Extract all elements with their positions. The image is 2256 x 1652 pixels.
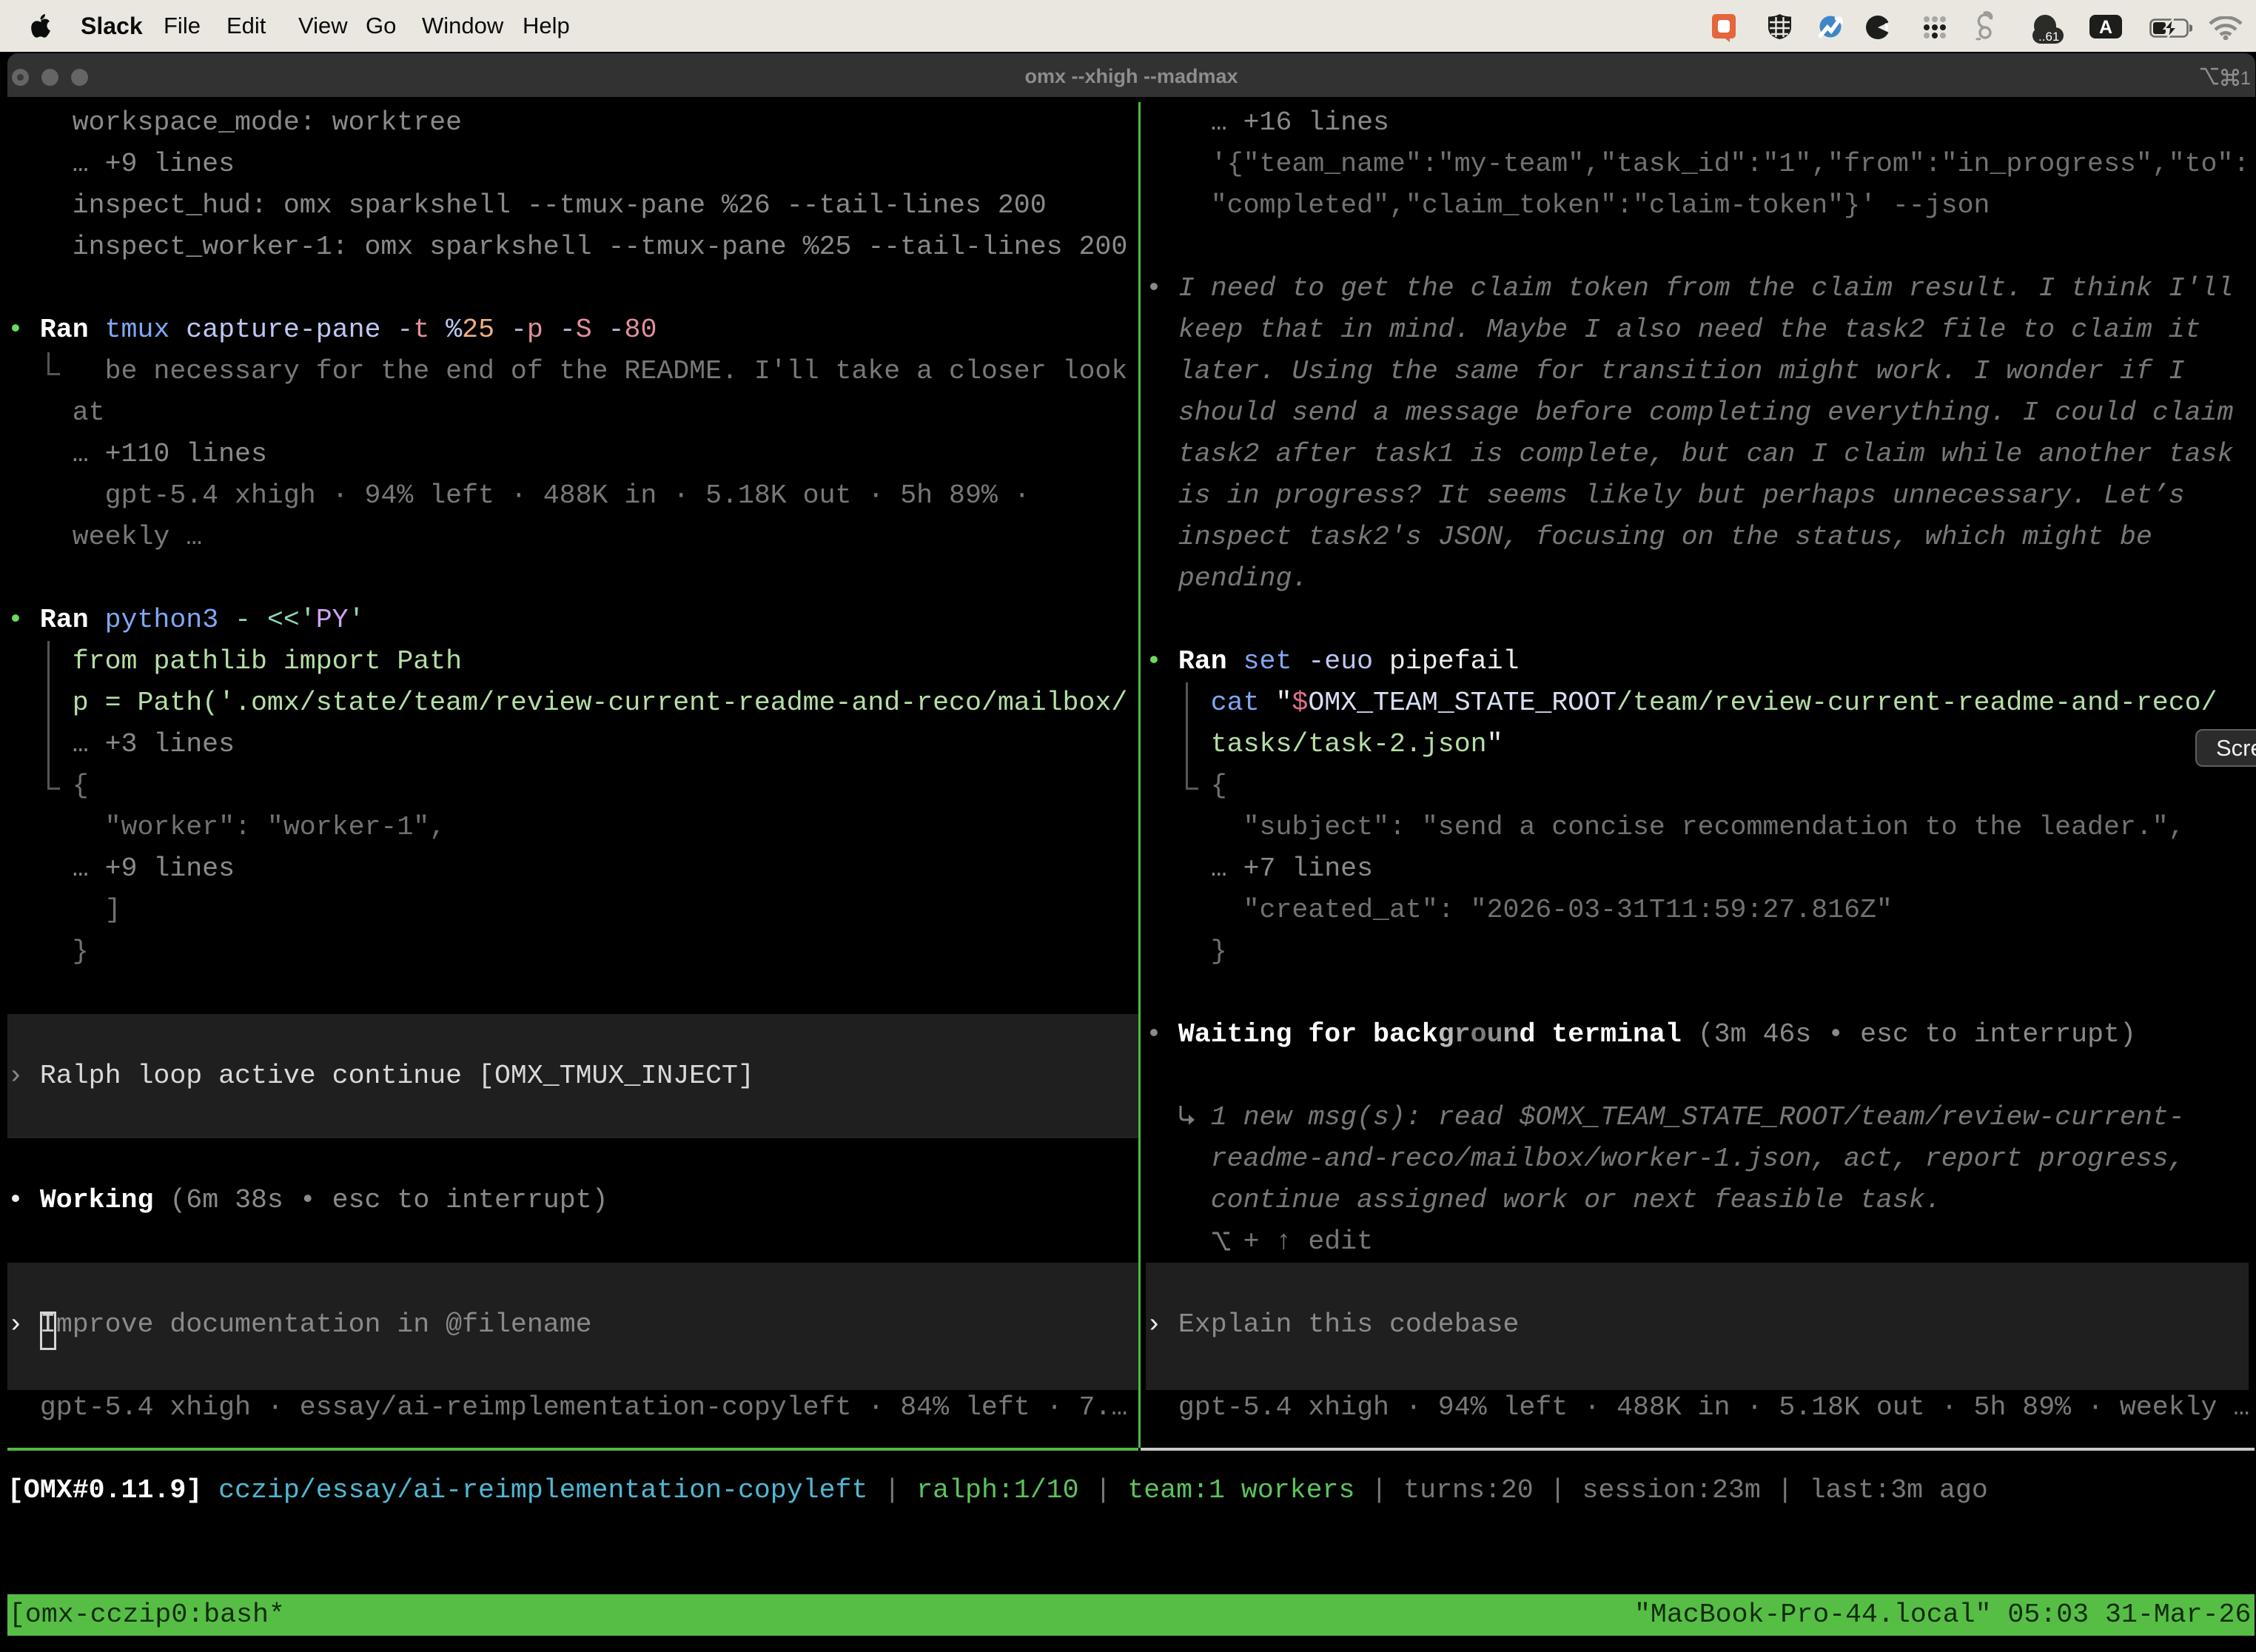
svg-text:A: A xyxy=(2099,17,2112,38)
svg-text:..61: ..61 xyxy=(2038,30,2059,44)
svg-text:1: 1 xyxy=(2240,68,2251,89)
